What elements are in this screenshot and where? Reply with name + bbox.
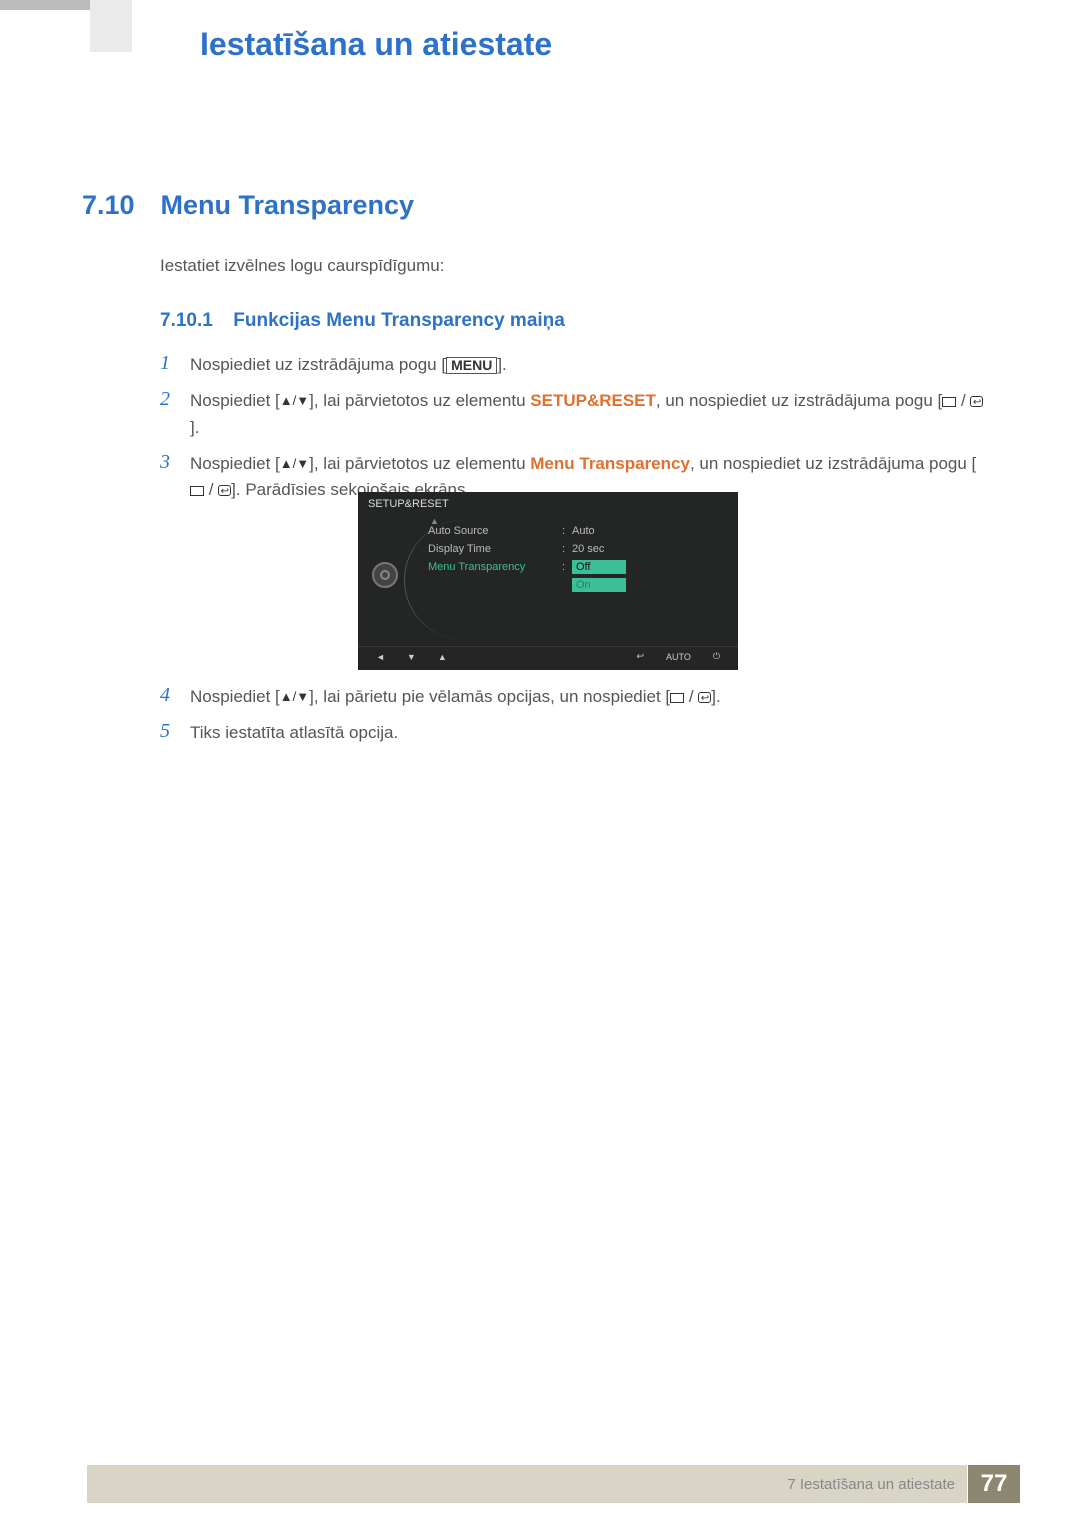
footer-bar: 7 Iestatīšana un atiestate [87, 1465, 967, 1503]
enter-icon: ↩ [636, 651, 644, 662]
source-icon [670, 693, 684, 703]
power-icon: ⏻ [713, 651, 720, 662]
step-4: 4 Nospiediet [▲/▼], lai pārietu pie vēla… [160, 684, 990, 710]
text: Nospiediet uz izstrādājuma pogu [ [190, 355, 446, 374]
step-body: Nospiediet uz izstrādājuma pogu [MENU]. [190, 352, 507, 378]
subsection-heading: 7.10.1 Funkcijas Menu Transparency maiņa [160, 310, 565, 332]
source-icon [942, 397, 956, 407]
up-icon: ▲ [438, 652, 447, 662]
step-body: Nospiediet [▲/▼], lai pārvietotos uz ele… [190, 388, 990, 441]
osd-label: Auto Source [428, 525, 562, 537]
enter-icon [698, 692, 711, 703]
osd-row: On [416, 576, 738, 594]
osd-value-off: Off [572, 560, 626, 574]
text: ], lai pārvietotos uz elementu [309, 454, 530, 473]
step-list-lower: 4 Nospiediet [▲/▼], lai pārietu pie vēla… [160, 684, 990, 757]
osd-footer: ◄ ▼ ▲ ↩ AUTO ⏻ [358, 646, 738, 666]
osd-label-active: Menu Transparency [428, 561, 562, 573]
text: , un nospiediet uz izstrādājuma pogu [ [690, 454, 976, 473]
step-number: 4 [160, 684, 190, 707]
down-icon: ▼ [407, 652, 416, 662]
text: ]. [190, 418, 199, 437]
colon: : [562, 525, 572, 537]
left-icon: ◄ [376, 652, 385, 662]
highlight-setup-reset: SETUP&RESET [530, 391, 656, 410]
source-icon [190, 486, 204, 496]
header-box [90, 0, 132, 52]
step-number: 2 [160, 388, 190, 411]
osd-title: SETUP&RESET [358, 492, 738, 516]
osd-row: Auto Source : Auto [416, 522, 738, 540]
step-number: 5 [160, 720, 190, 743]
text: ], lai pārietu pie vēlamās opcijas, un n… [309, 687, 670, 706]
osd-value-on: On [572, 578, 626, 592]
up-down-arrow-icon: ▲/▼ [280, 393, 309, 408]
osd-menu: ▲ Auto Source : Auto Display Time : 20 s… [416, 516, 738, 646]
osd-label: Display Time [428, 543, 562, 555]
text: ], lai pārvietotos uz elementu [309, 391, 530, 410]
intro-text: Iestatiet izvēlnes logu caurspīdīgumu: [160, 256, 444, 276]
enter-icon [970, 396, 983, 407]
step-list-upper: 1 Nospiediet uz izstrādājuma pogu [MENU]… [160, 352, 990, 514]
up-down-arrow-icon: ▲/▼ [280, 689, 309, 704]
osd-value: Auto [572, 525, 595, 537]
section-number: 7.10 [82, 190, 156, 221]
subsection-title: Funkcijas Menu Transparency maiņa [233, 310, 565, 331]
text: ]. [711, 687, 720, 706]
step-number: 1 [160, 352, 190, 375]
gear-icon [372, 562, 398, 588]
osd-row: Display Time : 20 sec [416, 540, 738, 558]
text: , un nospiediet uz izstrādājuma pogu [ [656, 391, 942, 410]
step-body: Tiks iestatīta atlasītā opcija. [190, 720, 398, 746]
step-2: 2 Nospiediet [▲/▼], lai pārvietotos uz e… [160, 388, 990, 441]
up-triangle-icon: ▲ [430, 516, 439, 526]
text: ]. [497, 355, 506, 374]
step-5: 5 Tiks iestatīta atlasītā opcija. [160, 720, 990, 746]
step-1: 1 Nospiediet uz izstrādājuma pogu [MENU]… [160, 352, 990, 378]
osd-screenshot: SETUP&RESET ▲ Auto Source : Auto Display… [358, 492, 738, 670]
footer-page-number: 77 [968, 1465, 1020, 1503]
section-heading: 7.10 Menu Transparency [82, 190, 414, 221]
section-title: Menu Transparency [160, 190, 414, 220]
menu-button-label: MENU [446, 357, 497, 374]
text: Nospiediet [ [190, 454, 280, 473]
up-down-arrow-icon: ▲/▼ [280, 456, 309, 471]
colon: : [562, 543, 572, 555]
footer-chapter-ref: 7 Iestatīšana un atiestate [787, 1476, 955, 1493]
osd-value: 20 sec [572, 543, 604, 555]
chapter-title: Iestatīšana un atiestate [200, 26, 552, 63]
osd-icon-column [358, 516, 416, 646]
subsection-number: 7.10.1 [160, 310, 213, 331]
osd-row-selected: Menu Transparency : Off [416, 558, 738, 576]
highlight-menu-transparency: Menu Transparency [530, 454, 690, 473]
colon: : [562, 561, 572, 573]
auto-label: AUTO [666, 652, 691, 662]
text: Nospiediet [ [190, 687, 280, 706]
header-accent [0, 0, 90, 10]
step-number: 3 [160, 451, 190, 474]
text: Nospiediet [ [190, 391, 280, 410]
step-body: Nospiediet [▲/▼], lai pārietu pie vēlamā… [190, 684, 721, 710]
enter-icon [218, 485, 231, 496]
osd-body: ▲ Auto Source : Auto Display Time : 20 s… [358, 516, 738, 646]
